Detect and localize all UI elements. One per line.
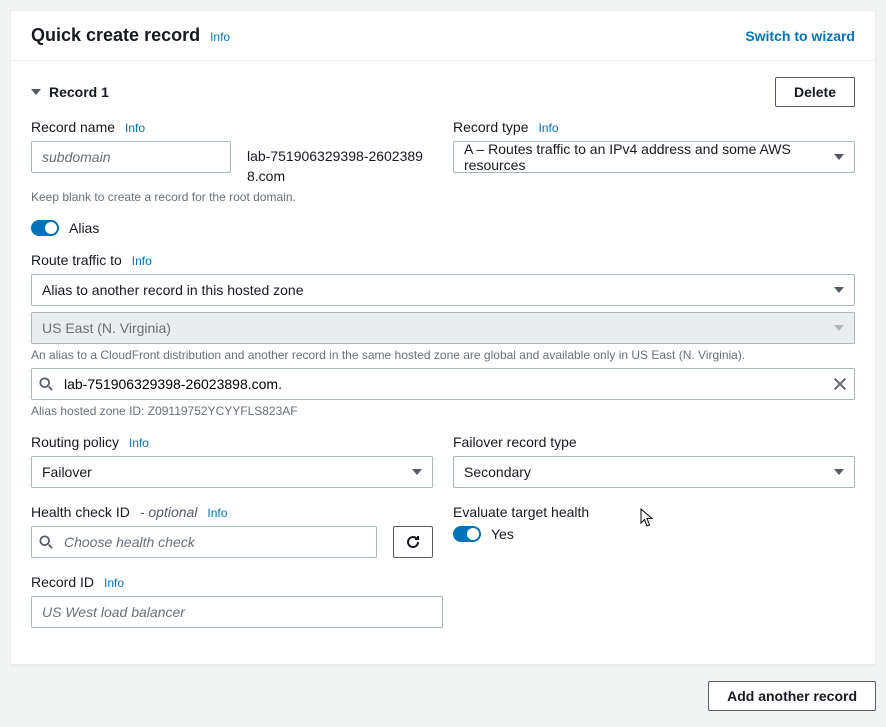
health-check-label: Health check ID - optional Info <box>31 504 433 520</box>
chevron-down-icon <box>834 154 844 160</box>
page-title: Quick create record Info <box>31 25 230 46</box>
health-check-info-link[interactable]: Info <box>207 506 227 520</box>
refresh-icon <box>405 534 421 550</box>
chevron-down-icon <box>834 469 844 475</box>
route-traffic-label: Route traffic to Info <box>31 252 855 268</box>
route-target-type-select[interactable]: Alias to another record in this hosted z… <box>31 274 855 306</box>
record-type-select[interactable]: A – Routes traffic to an IPv4 address an… <box>453 141 855 173</box>
alias-toggle[interactable] <box>31 220 59 236</box>
record-name-label: Record name Info <box>31 119 433 135</box>
health-check-input[interactable] <box>31 526 377 558</box>
route-region-select: US East (N. Virginia) <box>31 312 855 344</box>
routing-policy-info-link[interactable]: Info <box>129 436 149 450</box>
refresh-button[interactable] <box>393 526 433 558</box>
failover-type-select[interactable]: Secondary <box>453 456 855 488</box>
record-type-label: Record type Info <box>453 119 855 135</box>
routing-policy-label: Routing policy Info <box>31 434 433 450</box>
eval-health-toggle[interactable] <box>453 526 481 542</box>
record-type-info-link[interactable]: Info <box>538 121 558 135</box>
route-region-hint: An alias to a CloudFront distribution an… <box>31 348 855 362</box>
page-title-info-link[interactable]: Info <box>210 30 230 44</box>
record-id-input[interactable] <box>31 596 443 628</box>
record-name-info-link[interactable]: Info <box>125 121 145 135</box>
chevron-down-icon <box>834 287 844 293</box>
record-name-suffix: lab-751906329398-26023898.com <box>247 141 433 186</box>
page-title-text: Quick create record <box>31 25 200 46</box>
eval-health-label: Evaluate target health <box>453 504 855 520</box>
section-title-text: Record 1 <box>49 84 109 100</box>
record-name-input[interactable] <box>31 141 231 173</box>
eval-health-value: Yes <box>491 526 514 542</box>
add-another-record-button[interactable]: Add another record <box>708 681 876 711</box>
chevron-down-icon <box>834 325 844 331</box>
record-name-hint: Keep blank to create a record for the ro… <box>31 190 433 204</box>
route-traffic-info-link[interactable]: Info <box>132 254 152 268</box>
routing-policy-select[interactable]: Failover <box>31 456 433 488</box>
failover-type-label: Failover record type <box>453 434 855 450</box>
section-toggle[interactable]: Record 1 <box>31 84 109 100</box>
clear-icon[interactable] <box>833 377 847 391</box>
switch-to-wizard-link[interactable]: Switch to wizard <box>745 28 855 44</box>
alias-label: Alias <box>69 220 99 236</box>
delete-button[interactable]: Delete <box>775 77 855 107</box>
chevron-down-icon <box>31 89 41 95</box>
record-id-info-link[interactable]: Info <box>104 576 124 590</box>
chevron-down-icon <box>412 469 422 475</box>
route-target-search-input[interactable] <box>31 368 855 400</box>
route-zone-hint: Alias hosted zone ID: Z09119752YCYYFLS82… <box>31 404 855 418</box>
record-id-label: Record ID Info <box>31 574 443 590</box>
